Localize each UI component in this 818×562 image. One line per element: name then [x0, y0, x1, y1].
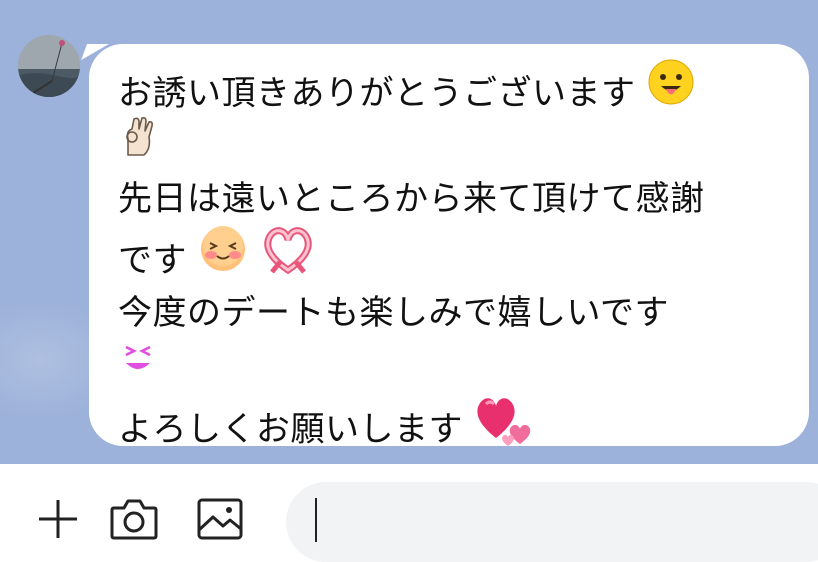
message-line-5: 今度のデートも楽しみで嬉しいです: [118, 293, 669, 333]
message-line-3: 先日は遠いところから来て頂けて感謝: [118, 179, 705, 219]
plus-icon[interactable]: [35, 496, 81, 542]
camera-icon[interactable]: [110, 496, 158, 542]
squint-eyes-icon: [118, 339, 158, 397]
message-line-7: よろしくお願いします: [118, 409, 463, 450]
message-line-4: です: [118, 240, 187, 281]
message-line-1: お誘い頂きありがとうございます: [118, 73, 636, 114]
blush-face-icon: [198, 224, 248, 292]
image-icon[interactable]: [196, 496, 243, 542]
ribbon-heart-icon: [260, 224, 316, 292]
message-text: お誘い頂きありがとうございます 先日は遠いところから来て頂けて感謝 です 今度の…: [118, 59, 798, 451]
two-hearts-icon: [474, 390, 536, 464]
avatar[interactable]: [18, 35, 80, 97]
ok-hand-icon: [118, 115, 162, 177]
tongue-face-icon: [647, 58, 695, 124]
chat-area: お誘い頂きありがとうございます 先日は遠いところから来て頂けて感謝 です 今度の…: [0, 0, 818, 464]
text-caret: [315, 498, 317, 542]
message-input[interactable]: [286, 482, 818, 562]
